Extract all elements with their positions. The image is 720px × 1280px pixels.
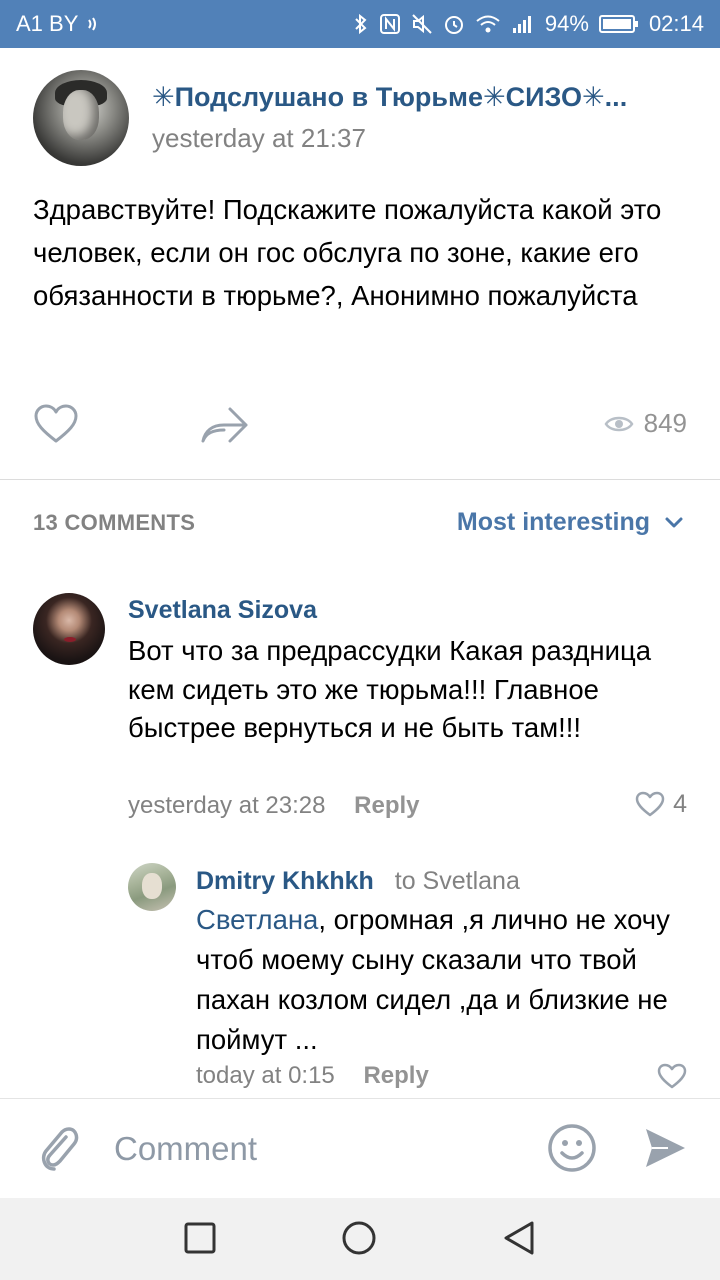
- comment-text: Вот что за предрассудки Какая раздница к…: [128, 635, 651, 743]
- sort-dropdown[interactable]: Most interesting: [457, 508, 684, 537]
- post-text: Здравствуйте! Подскажите пожалуйста како…: [33, 194, 662, 311]
- heart-outline-icon: [635, 791, 665, 817]
- attach-button[interactable]: [36, 1123, 80, 1178]
- post-actions: 849: [0, 400, 720, 450]
- mention-link[interactable]: Светлана: [196, 904, 318, 935]
- wifi-icon: [475, 14, 501, 34]
- signal-icon: [511, 14, 535, 34]
- comment-like-count: 4: [673, 790, 687, 818]
- commenter-avatar[interactable]: [33, 593, 105, 665]
- comment-time: today at 0:15: [196, 1062, 335, 1089]
- comment-author-line: Dmitry Khkhkh to Svetlana: [196, 867, 520, 896]
- system-nav-bar: [0, 1198, 720, 1280]
- heart-outline-icon: [34, 404, 78, 443]
- reply-button[interactable]: Reply: [354, 792, 419, 819]
- comment-input[interactable]: [114, 1121, 514, 1177]
- carrier-label: A1 BY: [16, 11, 79, 36]
- smiley-icon: [548, 1124, 596, 1172]
- comment-like-button[interactable]: 4: [635, 790, 687, 819]
- group-avatar[interactable]: [33, 70, 129, 166]
- views-count: 849: [643, 408, 687, 438]
- alarm-icon: [443, 13, 465, 35]
- comment-like-button[interactable]: [657, 1063, 687, 1095]
- comment-input-bar: [0, 1098, 720, 1198]
- comments-count: 13 COMMENTS: [33, 510, 196, 535]
- views-counter: 849: [604, 408, 687, 439]
- emoji-button[interactable]: [547, 1123, 597, 1178]
- comment-meta: yesterday at 23:28 Reply: [128, 792, 420, 820]
- comment-meta: today at 0:15 Reply: [196, 1062, 429, 1090]
- triangle-back-icon: [504, 1221, 534, 1255]
- avatar-face: [63, 90, 99, 140]
- square-icon: [184, 1222, 216, 1254]
- like-button[interactable]: [33, 403, 79, 450]
- bluetooth-icon: [353, 12, 369, 36]
- comment-text: Светлана, огромная ,я лично не хочу чтоб…: [196, 900, 696, 1060]
- divider: [0, 479, 720, 480]
- eye-icon: [604, 416, 634, 431]
- send-icon: [646, 1129, 685, 1167]
- group-name[interactable]: ✳Подслушано в Тюрьме✳СИЗО✳...: [152, 82, 627, 113]
- back-button[interactable]: [502, 1220, 536, 1261]
- avatar-figure: [142, 873, 162, 899]
- battery-percent: 94%: [544, 11, 589, 36]
- comment-author[interactable]: Dmitry Khkhkh: [196, 867, 374, 895]
- battery-icon: [598, 14, 639, 34]
- comment-time: yesterday at 23:28: [128, 792, 326, 819]
- chevron-down-icon: [665, 517, 683, 527]
- clock: 02:14: [648, 11, 704, 36]
- share-arrow-icon: [201, 407, 248, 443]
- circle-icon: [342, 1221, 376, 1255]
- post-time: yesterday at 21:37: [152, 123, 366, 153]
- reply-to-label[interactable]: to Svetlana: [395, 867, 520, 895]
- sort-label: Most interesting: [456, 508, 650, 536]
- comment-author[interactable]: Svetlana Sizova: [128, 596, 317, 625]
- heart-outline-icon: [657, 1063, 687, 1089]
- paperclip-icon: [41, 1127, 79, 1171]
- status-bar: A1 BY 94% 02:14: [0, 0, 720, 48]
- mute-icon: [411, 13, 433, 35]
- send-button[interactable]: [642, 1125, 688, 1176]
- avatar-lips: [64, 637, 76, 642]
- nfc-icon: [379, 13, 401, 35]
- reply-button[interactable]: Reply: [363, 1062, 428, 1089]
- nfc-wave-icon: [84, 14, 104, 34]
- home-button[interactable]: [341, 1220, 377, 1261]
- recent-apps-button[interactable]: [184, 1222, 216, 1259]
- commenter-avatar[interactable]: [128, 863, 176, 911]
- share-button[interactable]: [200, 403, 250, 452]
